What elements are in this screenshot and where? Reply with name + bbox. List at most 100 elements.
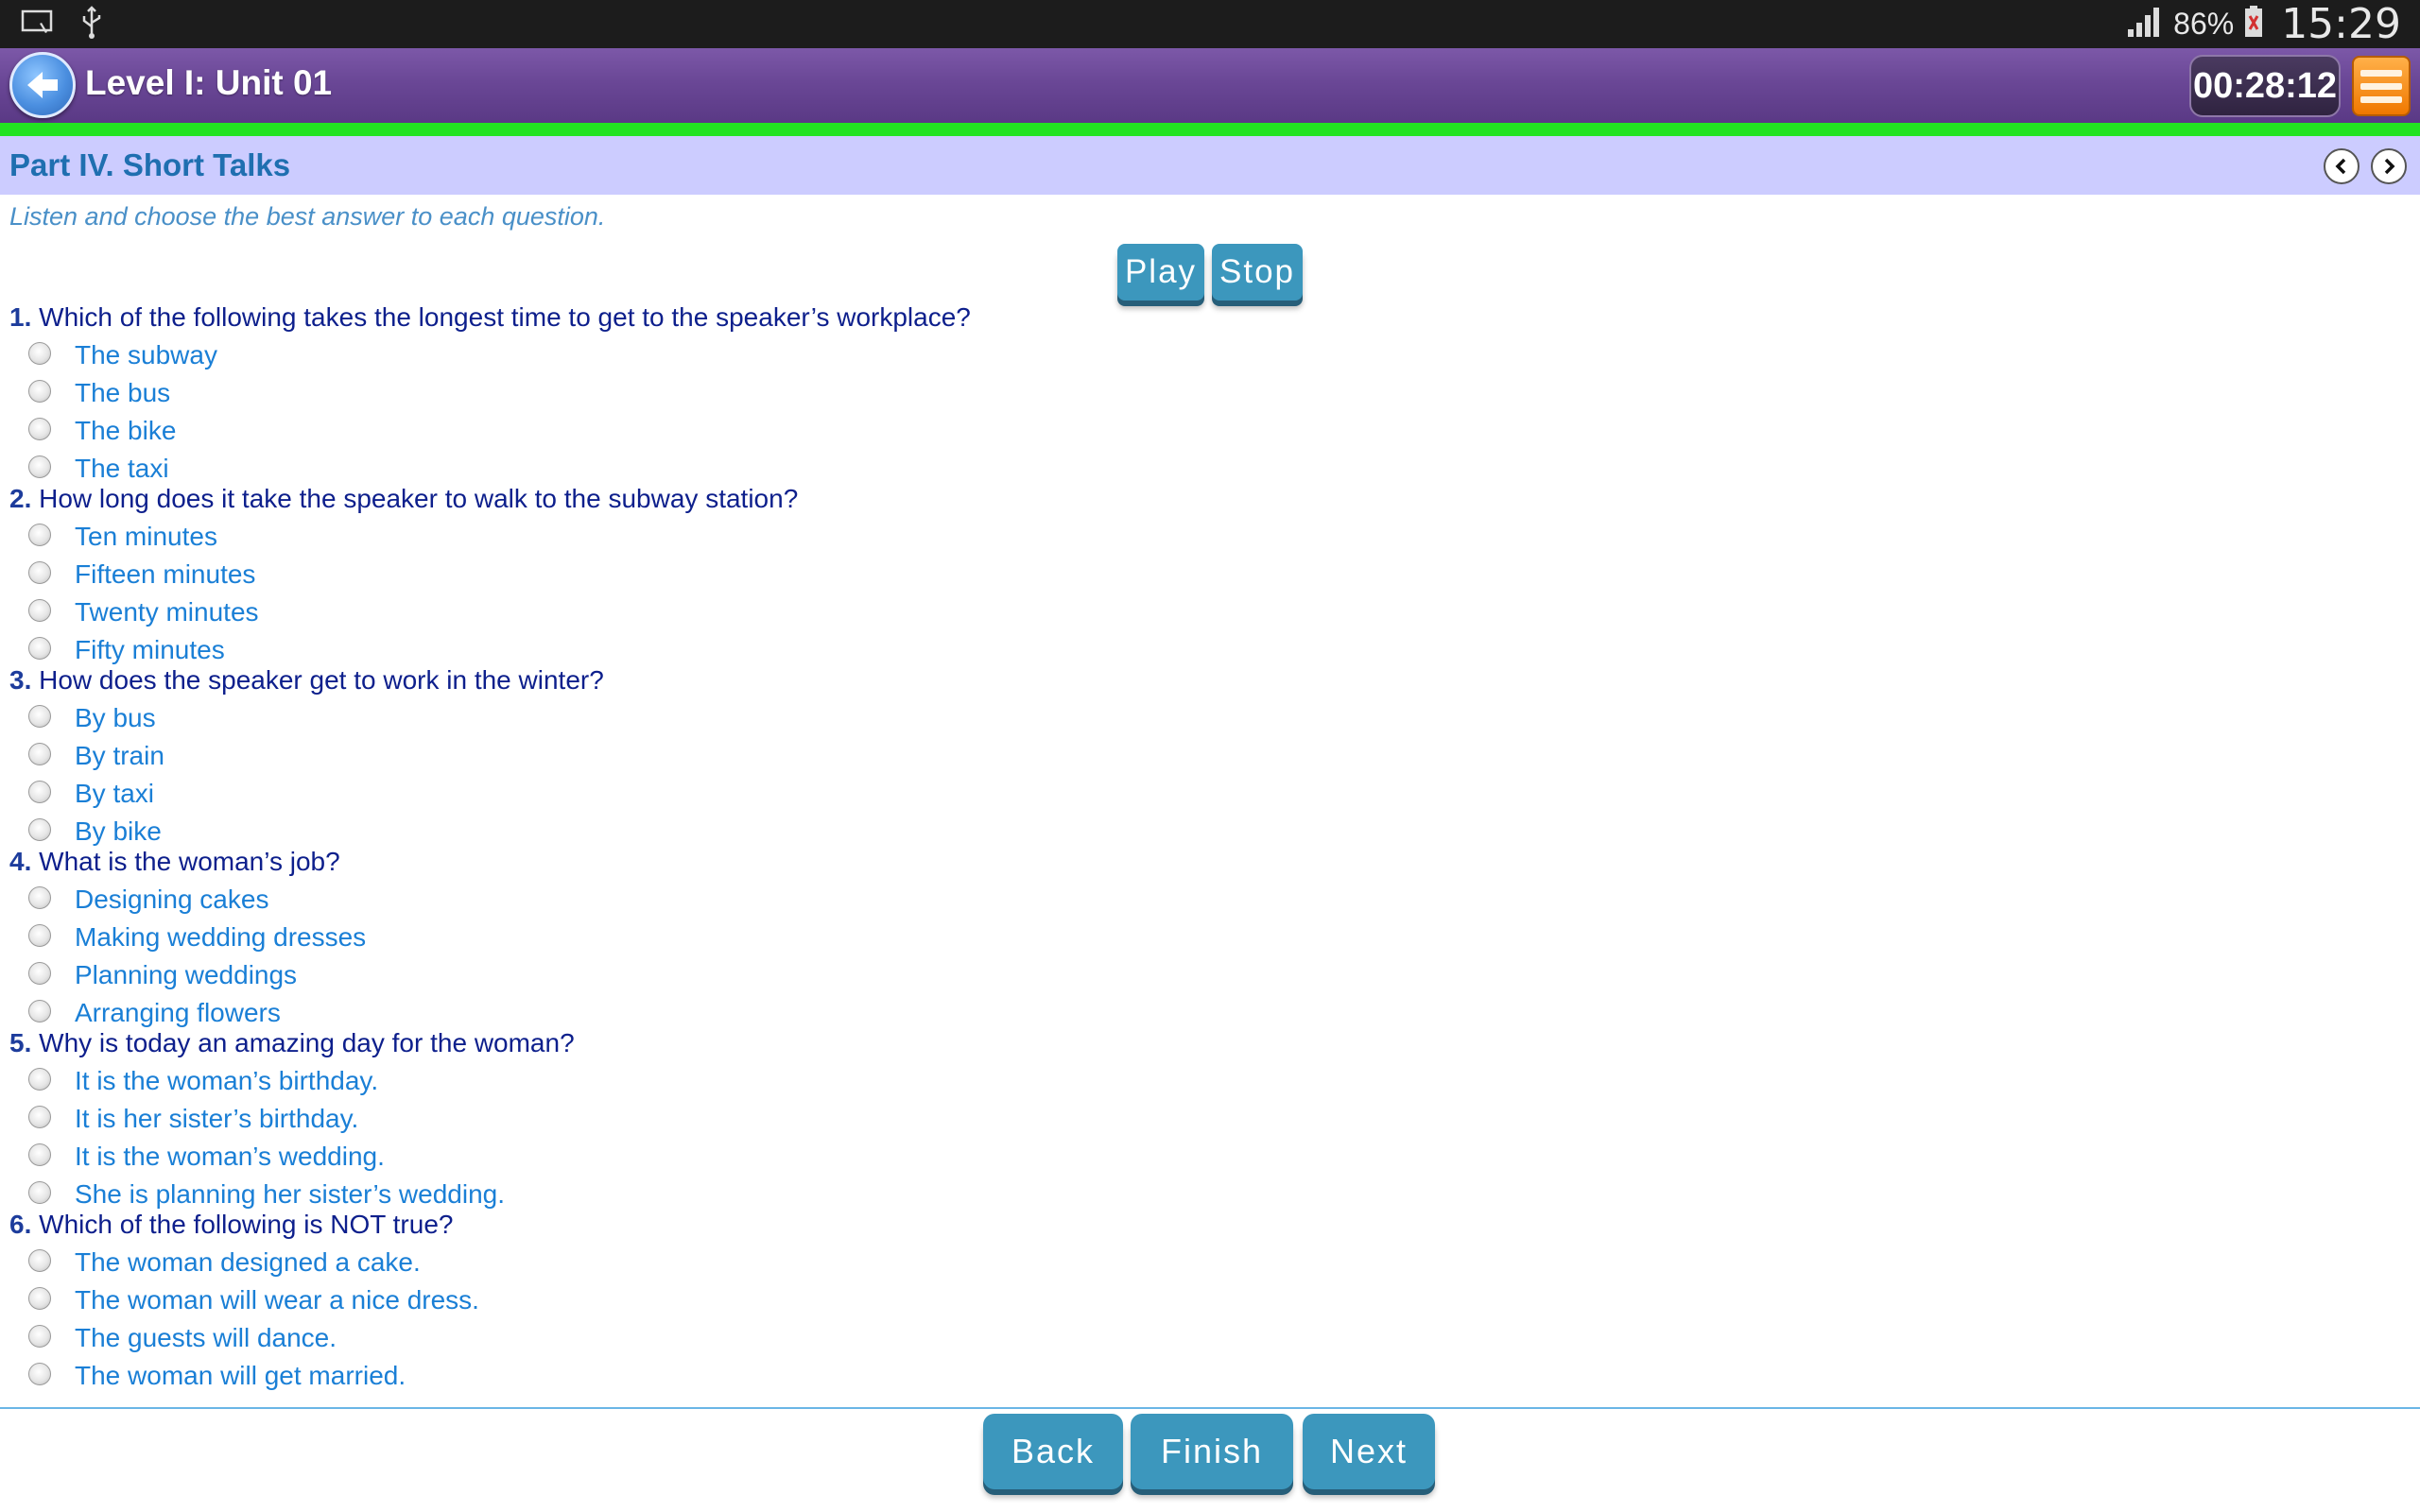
clock: 15:29 <box>2281 0 2401 48</box>
radio-button[interactable] <box>28 524 51 546</box>
stop-button[interactable]: Stop <box>1212 244 1303 301</box>
radio-button[interactable] <box>28 781 51 803</box>
question-prompt: Which of the following takes the longest… <box>39 302 971 332</box>
finish-button[interactable]: Finish <box>1131 1414 1293 1489</box>
section-bar: Part IV. Short Talks <box>0 136 2420 195</box>
answer-option[interactable]: The guests will dance. <box>0 1321 756 1359</box>
option-label[interactable]: The woman designed a cake. <box>75 1247 421 1278</box>
radio-button[interactable] <box>28 818 51 841</box>
answer-option[interactable]: Planning weddings <box>0 958 756 996</box>
question-number: 5. <box>9 1028 32 1057</box>
option-label[interactable]: She is planning her sister’s wedding. <box>75 1179 505 1210</box>
option-label[interactable]: Planning weddings <box>75 960 297 990</box>
question-prompt: Why is today an amazing day for the woma… <box>39 1028 575 1057</box>
answer-option[interactable]: The woman designed a cake. <box>0 1246 756 1283</box>
option-label[interactable]: It is her sister’s birthday. <box>75 1104 358 1134</box>
radio-button[interactable] <box>28 1249 51 1272</box>
option-label[interactable]: It is the woman’s birthday. <box>75 1066 378 1096</box>
answer-option[interactable]: The woman will wear a nice dress. <box>0 1283 756 1321</box>
answer-option[interactable]: The woman will get married. <box>0 1359 756 1397</box>
radio-button[interactable] <box>28 342 51 365</box>
radio-button[interactable] <box>28 380 51 403</box>
next-button[interactable]: Next <box>1303 1414 1435 1489</box>
answer-option[interactable]: Ten minutes <box>0 520 756 558</box>
answer-option[interactable]: Making wedding dresses <box>0 920 756 958</box>
radio-button[interactable] <box>28 1363 51 1385</box>
answer-option[interactable]: The bike <box>0 414 756 452</box>
option-label[interactable]: By bike <box>75 816 162 847</box>
radio-button[interactable] <box>28 962 51 985</box>
question-prompt: Which of the following is NOT true? <box>39 1210 454 1239</box>
battery-icon <box>2243 5 2264 43</box>
back-button[interactable]: Back <box>983 1414 1123 1489</box>
answer-option[interactable]: It is the woman’s birthday. <box>0 1064 756 1102</box>
answer-option[interactable]: Fifteen minutes <box>0 558 756 595</box>
radio-button[interactable] <box>28 637 51 660</box>
battery-percent: 86% <box>2173 7 2235 41</box>
answer-option[interactable]: Twenty minutes <box>0 595 756 633</box>
option-label[interactable]: The woman will wear a nice dress. <box>75 1285 479 1315</box>
option-label[interactable]: Ten minutes <box>75 522 217 552</box>
radio-button[interactable] <box>28 1068 51 1091</box>
option-label[interactable]: The taxi <box>75 454 169 484</box>
chevron-left-icon[interactable] <box>2324 148 2360 184</box>
radio-button[interactable] <box>28 1000 51 1022</box>
option-label[interactable]: The guests will dance. <box>75 1323 337 1353</box>
radio-button[interactable] <box>28 1325 51 1348</box>
option-label[interactable]: Twenty minutes <box>75 597 259 627</box>
option-label[interactable]: Fifteen minutes <box>75 559 255 590</box>
status-bar: 86% 15:29 <box>0 0 2420 48</box>
radio-button[interactable] <box>28 1143 51 1166</box>
question-number: 6. <box>9 1210 32 1239</box>
question-number: 3. <box>9 665 32 695</box>
question-text: 5. Why is today an amazing day for the w… <box>9 1028 575 1058</box>
option-label[interactable]: Arranging flowers <box>75 998 281 1028</box>
option-label[interactable]: By train <box>75 741 164 771</box>
answer-option[interactable]: By train <box>0 739 756 777</box>
footer-divider <box>0 1407 2420 1409</box>
radio-button[interactable] <box>28 1106 51 1128</box>
chevron-right-icon[interactable] <box>2371 148 2407 184</box>
question-prompt: What is the woman’s job? <box>39 847 340 876</box>
radio-button[interactable] <box>28 561 51 584</box>
answer-option[interactable]: Designing cakes <box>0 883 756 920</box>
question-prompt: How does the speaker get to work in the … <box>39 665 604 695</box>
answer-option[interactable]: The subway <box>0 338 756 376</box>
answer-option[interactable]: It is the woman’s wedding. <box>0 1140 756 1177</box>
option-label[interactable]: By taxi <box>75 779 154 809</box>
question-3: 3. How does the speaker get to work in t… <box>0 665 2420 847</box>
option-label[interactable]: The bike <box>75 416 176 446</box>
radio-button[interactable] <box>28 743 51 765</box>
question-text: 2. How long does it take the speaker to … <box>9 484 798 514</box>
option-label[interactable]: It is the woman’s wedding. <box>75 1142 385 1172</box>
option-label[interactable]: By bus <box>75 703 156 733</box>
answer-option[interactable]: By taxi <box>0 777 756 815</box>
question-4: 4. What is the woman’s job? Designing ca… <box>0 847 2420 1028</box>
option-label[interactable]: Fifty minutes <box>75 635 225 665</box>
radio-button[interactable] <box>28 599 51 622</box>
answer-option[interactable]: By bus <box>0 701 756 739</box>
progress-bar <box>0 123 2420 136</box>
back-arrow-icon[interactable] <box>9 52 76 118</box>
progress-fill <box>0 123 2420 136</box>
option-label[interactable]: The subway <box>75 340 217 370</box>
option-label[interactable]: Designing cakes <box>75 885 268 915</box>
radio-button[interactable] <box>28 1287 51 1310</box>
radio-button[interactable] <box>28 886 51 909</box>
radio-button[interactable] <box>28 924 51 947</box>
radio-button[interactable] <box>28 1181 51 1204</box>
option-label[interactable]: Making wedding dresses <box>75 922 366 953</box>
question-prompt: How long does it take the speaker to wal… <box>39 484 799 513</box>
radio-button[interactable] <box>28 705 51 728</box>
question-text: 6. Which of the following is NOT true? <box>9 1210 453 1240</box>
radio-button[interactable] <box>28 455 51 478</box>
question-text: 3. How does the speaker get to work in t… <box>9 665 604 696</box>
answer-option[interactable]: The bus <box>0 376 756 414</box>
play-button[interactable]: Play <box>1117 244 1204 301</box>
answer-option[interactable]: It is her sister’s birthday. <box>0 1102 756 1140</box>
question-1: 1. Which of the following takes the long… <box>0 302 2420 484</box>
option-label[interactable]: The woman will get married. <box>75 1361 406 1391</box>
radio-button[interactable] <box>28 418 51 440</box>
option-label[interactable]: The bus <box>75 378 170 408</box>
hamburger-menu-icon[interactable] <box>2352 56 2411 116</box>
